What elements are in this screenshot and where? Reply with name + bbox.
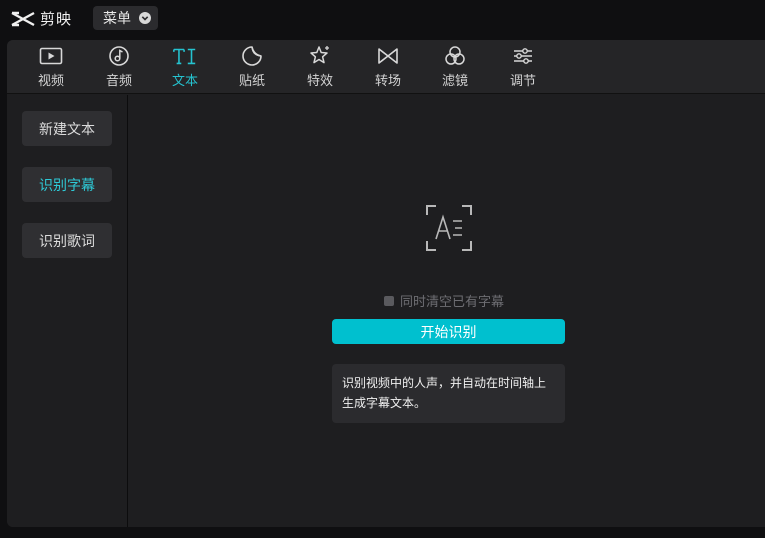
clear-subtitles-label: 同时清空已有字幕 [400,295,505,310]
app-name: 剪映 [40,10,73,28]
tab-transition-label: 转场 [374,74,401,89]
tab-transition[interactable]: 转场 [359,44,417,92]
menu-label: 菜单 [103,11,131,27]
text-icon [172,44,198,68]
recognition-hint: 识别视频中的人声，并自动在时间轴上生成字幕文本。 [332,364,565,423]
tab-sticker[interactable]: 贴纸 [223,44,281,92]
clear-subtitles-option[interactable]: 同时清空已有字幕 [384,291,504,310]
audio-icon [106,44,132,68]
app-logo: 剪映 [10,8,72,29]
subtitle-recognition-icon [426,205,472,251]
title-bar: 剪映 菜单 [0,0,765,38]
capcut-logo-icon [11,11,35,26]
sidebar-item-recognize-subtitles[interactable]: 识别字幕 [22,167,112,202]
sidebar-item-new-text[interactable]: 新建文本 [22,111,112,146]
transition-icon [375,44,401,68]
tab-video-label: 视频 [37,74,64,89]
chevron-down-icon [139,12,151,24]
clear-subtitles-checkbox[interactable] [384,295,394,306]
tab-audio-label: 音频 [105,74,132,89]
tab-video[interactable]: 视频 [22,44,80,92]
tab-filter[interactable]: 滤镜 [426,44,484,92]
tab-effects-label: 特效 [306,74,333,89]
text-sidebar: 新建文本 识别字幕 识别歌词 [7,95,128,527]
tab-text[interactable]: 文本 [156,44,214,92]
tab-effects[interactable]: 特效 [291,44,349,92]
tab-sticker-label: 贴纸 [238,74,265,89]
tab-adjust[interactable]: 调节 [494,44,552,92]
tab-bar: 视频 音频 文本 贴纸 特效 转场 滤镜 调节 [7,40,765,94]
adjust-icon [510,44,536,68]
editor-panel: 视频 音频 文本 贴纸 特效 转场 滤镜 调节 新建文本 识别字幕 识别歌词 同… [7,40,765,527]
filter-icon [442,44,468,68]
tab-audio[interactable]: 音频 [90,44,148,92]
video-icon [38,44,64,68]
tab-filter-label: 滤镜 [441,74,468,89]
sticker-icon [239,44,265,68]
subtitle-recognition-pane: 同时清空已有字幕 开始识别 识别视频中的人声，并自动在时间轴上生成字幕文本。 [129,95,765,527]
tab-text-label: 文本 [171,74,198,89]
start-recognition-button[interactable]: 开始识别 [332,319,565,344]
sidebar-item-recognize-lyrics[interactable]: 识别歌词 [22,223,112,258]
tab-adjust-label: 调节 [509,74,536,89]
menu-dropdown[interactable]: 菜单 [93,6,158,30]
effects-icon [307,44,333,68]
